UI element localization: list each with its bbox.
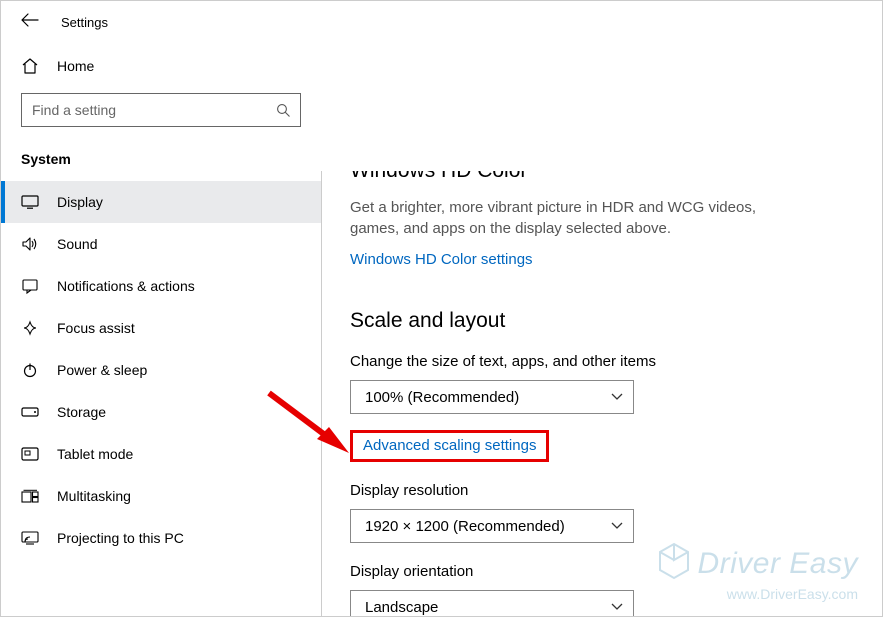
nav-item-multitasking[interactable]: Multitasking (1, 475, 321, 517)
dropdown-orientation[interactable]: Landscape (350, 590, 634, 616)
sound-icon (21, 235, 39, 253)
home-icon (21, 57, 39, 75)
nav-item-label: Display (57, 194, 103, 210)
sidebar: Home System Display Sound Notificat (1, 43, 321, 616)
chevron-down-icon (611, 603, 623, 611)
focus-assist-icon (21, 319, 39, 337)
label-text-size: Change the size of text, apps, and other… (350, 353, 842, 370)
back-icon[interactable] (21, 13, 39, 32)
search-input[interactable] (22, 102, 266, 118)
nav-item-label: Tablet mode (57, 446, 133, 462)
nav-item-notifications[interactable]: Notifications & actions (1, 265, 321, 307)
nav-item-label: Focus assist (57, 320, 135, 336)
nav-item-label: Storage (57, 404, 106, 420)
heading-hd-color: Windows HD Color (350, 171, 842, 183)
storage-icon (21, 403, 39, 421)
nav-item-label: Notifications & actions (57, 278, 195, 294)
chevron-down-icon (611, 522, 623, 530)
nav-list: Display Sound Notifications & actions Fo… (1, 181, 321, 559)
label-resolution: Display resolution (350, 482, 842, 499)
multitasking-icon (21, 487, 39, 505)
hd-color-description: Get a brighter, more vibrant picture in … (350, 197, 780, 239)
annotation-highlight: Advanced scaling settings (350, 430, 549, 462)
nav-item-display[interactable]: Display (1, 181, 321, 223)
nav-item-tablet-mode[interactable]: Tablet mode (1, 433, 321, 475)
label-orientation: Display orientation (350, 563, 842, 580)
tablet-icon (21, 445, 39, 463)
dropdown-resolution[interactable]: 1920 × 1200 (Recommended) (350, 509, 634, 543)
nav-item-focus-assist[interactable]: Focus assist (1, 307, 321, 349)
title-bar: Settings (1, 1, 882, 43)
power-icon (21, 361, 39, 379)
window-title: Settings (61, 15, 108, 30)
link-advanced-scaling[interactable]: Advanced scaling settings (363, 437, 536, 454)
link-hd-color-settings[interactable]: Windows HD Color settings (350, 251, 533, 268)
nav-item-label: Multitasking (57, 488, 131, 504)
home-button[interactable]: Home (1, 47, 321, 85)
chevron-down-icon (611, 393, 623, 401)
search-box[interactable] (21, 93, 301, 127)
nav-item-label: Power & sleep (57, 362, 147, 378)
heading-scale-layout: Scale and layout (350, 309, 842, 333)
main-content: Display Night light settings Windows HD … (321, 171, 882, 616)
nav-item-storage[interactable]: Storage (1, 391, 321, 433)
notifications-icon (21, 277, 39, 295)
dropdown-text-size[interactable]: 100% (Recommended) (350, 380, 634, 414)
search-icon (266, 103, 300, 118)
nav-item-projecting[interactable]: Projecting to this PC (1, 517, 321, 559)
dropdown-text-size-value: 100% (Recommended) (365, 389, 519, 406)
home-label: Home (57, 58, 94, 74)
nav-item-label: Sound (57, 236, 97, 252)
display-icon (21, 193, 39, 211)
dropdown-resolution-value: 1920 × 1200 (Recommended) (365, 518, 565, 535)
nav-item-label: Projecting to this PC (57, 530, 184, 546)
projecting-icon (21, 529, 39, 547)
nav-item-power-sleep[interactable]: Power & sleep (1, 349, 321, 391)
nav-item-sound[interactable]: Sound (1, 223, 321, 265)
dropdown-orientation-value: Landscape (365, 599, 438, 616)
sidebar-section-title: System (1, 141, 321, 181)
